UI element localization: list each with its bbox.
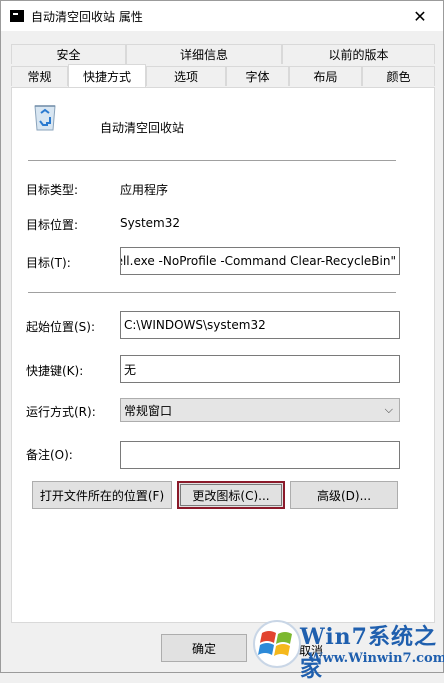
shortcut-tab-panel: 自动清空回收站 目标类型: 应用程序 目标位置: System32 目标(T):… <box>11 87 435 623</box>
tab-details[interactable]: 详细信息 <box>126 44 282 64</box>
close-button[interactable]: ✕ <box>397 1 443 31</box>
target-type-value: 应用程序 <box>120 183 169 197</box>
tab-shortcut[interactable]: 快捷方式 <box>68 64 146 87</box>
open-file-location-button[interactable]: 打开文件所在的位置(F) <box>32 481 172 509</box>
tab-previous-versions[interactable]: 以前的版本 <box>282 44 435 64</box>
tab-security[interactable]: 安全 <box>11 44 126 64</box>
target-type-label: 目标类型: <box>26 183 79 197</box>
target-input[interactable]: ell.exe -NoProfile -Command Clear-Recycl… <box>120 247 400 275</box>
divider <box>28 292 396 293</box>
ok-button[interactable]: 确定 <box>161 634 247 662</box>
tab-row-back: 安全 详细信息 以前的版本 <box>11 44 435 64</box>
advanced-button[interactable]: 高级(D)... <box>290 481 398 509</box>
hotkey-input[interactable]: 无 <box>120 355 400 383</box>
tab-font[interactable]: 字体 <box>226 66 289 86</box>
change-icon-button[interactable]: 更改图标(C)... <box>177 481 285 509</box>
comment-input[interactable] <box>120 441 400 469</box>
comment-label: 备注(O): <box>26 448 73 462</box>
start-in-label: 起始位置(S): <box>26 320 96 334</box>
target-location-label: 目标位置: <box>26 218 79 232</box>
chevron-down-icon: ⌵ <box>384 403 393 416</box>
tab-colors[interactable]: 颜色 <box>362 66 435 86</box>
windows-logo-icon <box>253 620 301 668</box>
divider <box>28 160 396 161</box>
recycle-bin-icon <box>34 105 56 131</box>
properties-window: 自动清空回收站 属性 ✕ 安全 详细信息 以前的版本 常规 快捷方式 选项 字体… <box>0 0 444 682</box>
hotkey-label: 快捷键(K): <box>26 364 84 378</box>
start-in-input[interactable]: C:\WINDOWS\system32 <box>120 311 400 339</box>
target-label: 目标(T): <box>26 256 71 270</box>
run-label: 运行方式(R): <box>26 405 96 419</box>
tab-general[interactable]: 常规 <box>11 66 68 86</box>
run-select-value: 常规窗口 <box>124 403 173 418</box>
tab-options[interactable]: 选项 <box>146 66 226 86</box>
window-title: 自动清空回收站 属性 <box>31 9 143 24</box>
tab-row-front: 常规 快捷方式 选项 字体 布局 颜色 <box>11 64 435 87</box>
target-location-value: System32 <box>120 216 181 230</box>
shortcut-name: 自动清空回收站 <box>100 121 185 135</box>
title-bar: 自动清空回收站 属性 ✕ <box>1 1 443 31</box>
tab-layout[interactable]: 布局 <box>289 66 362 86</box>
console-app-icon <box>10 10 24 22</box>
watermark-url: Www.Winwin7.com <box>308 651 444 666</box>
site-watermark: Win7系统之家 Www.Winwin7.com <box>246 613 444 682</box>
run-select[interactable]: 常规窗口 ⌵ <box>120 398 400 422</box>
